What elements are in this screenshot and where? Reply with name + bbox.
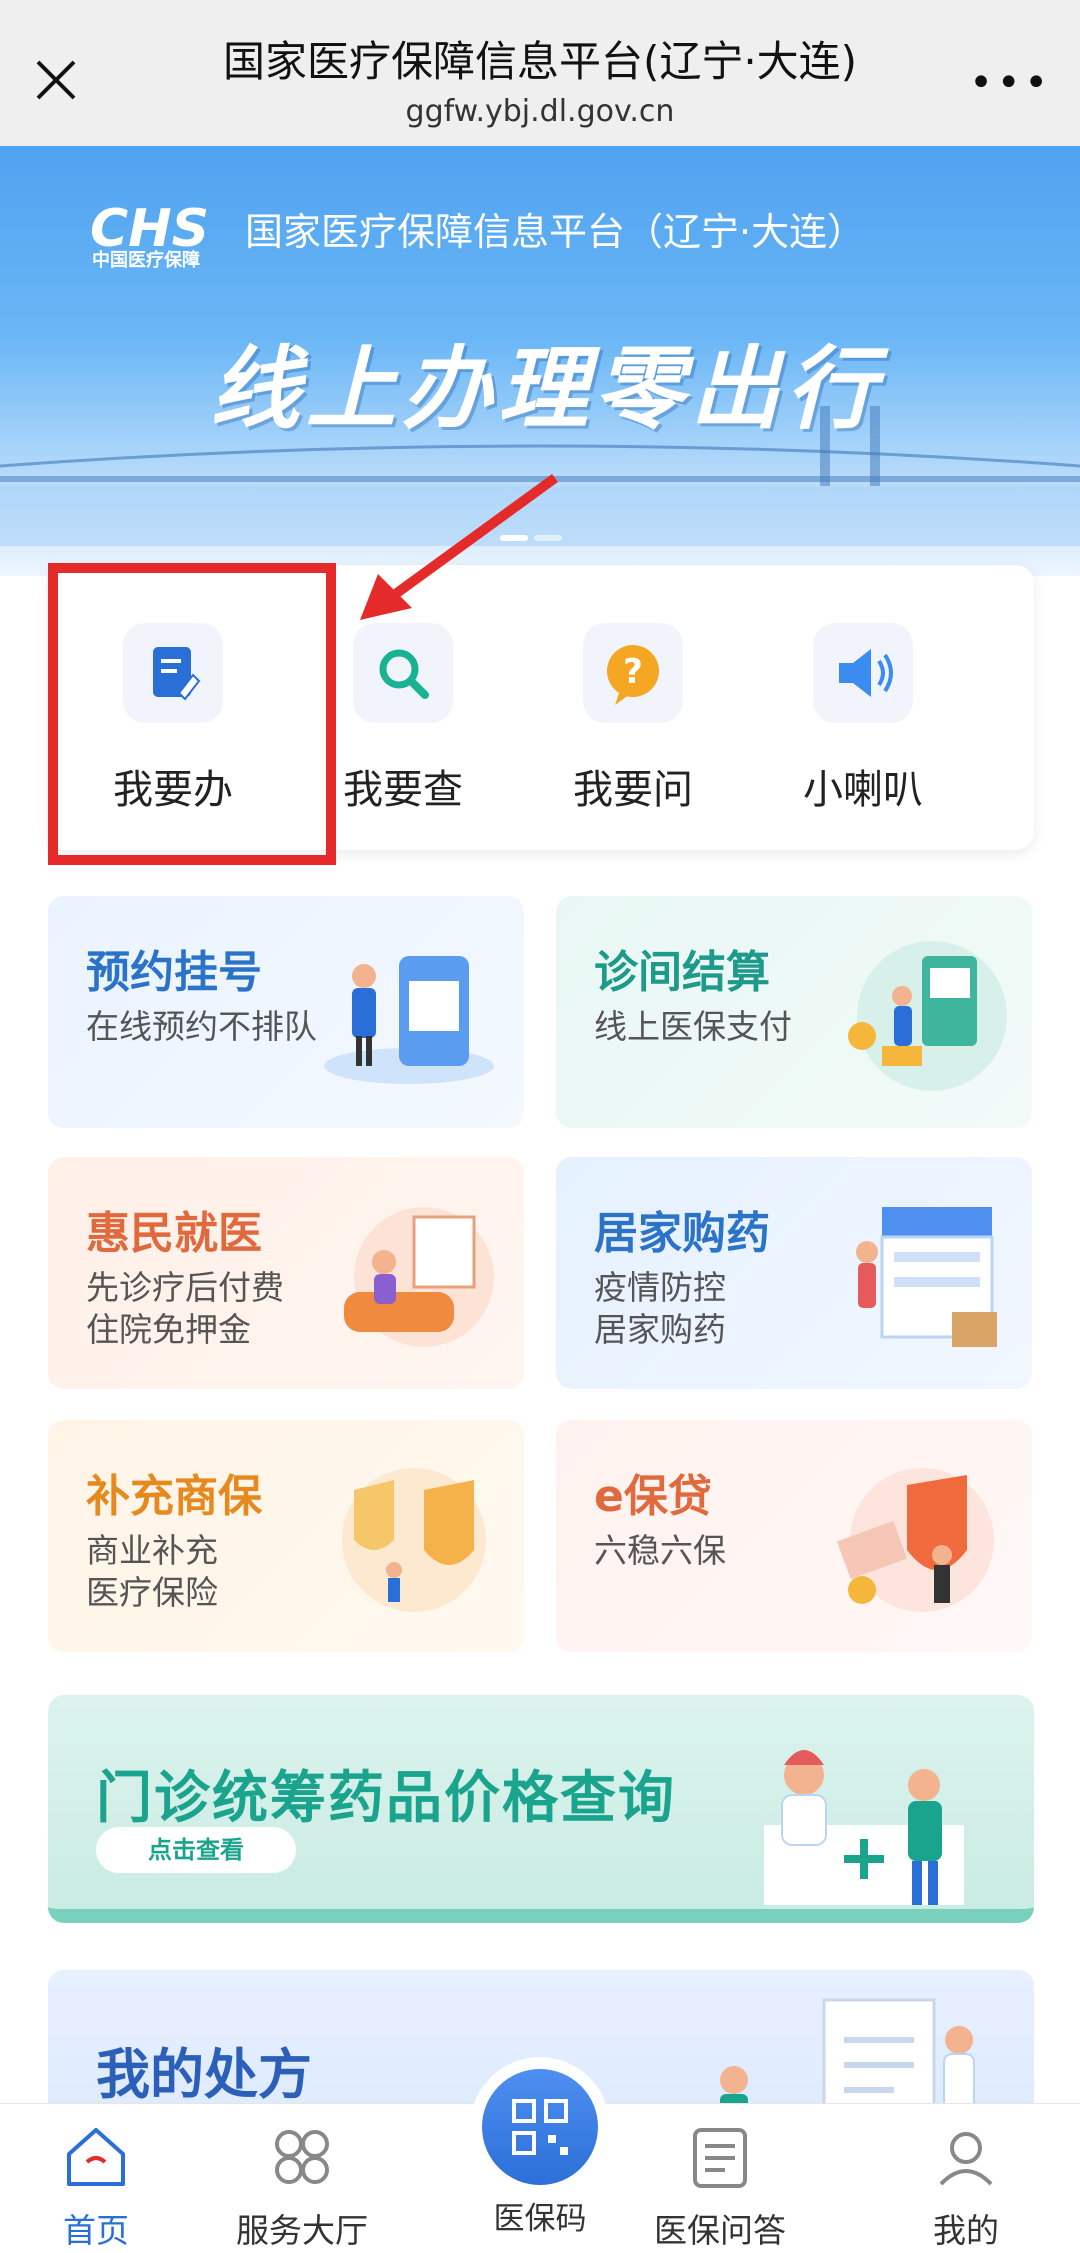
tile-commercial-insurance[interactable]: 补充商保 商业补充 医疗保险 (48, 1420, 524, 1652)
qr-phone-illustration (324, 956, 494, 1084)
home-icon (61, 2122, 131, 2192)
tile-e-loan[interactable]: e保贷 六稳六保 (556, 1420, 1032, 1652)
prescription-title: 我的处方 (96, 2043, 312, 2106)
more-options-icon[interactable]: ••• (969, 63, 1052, 103)
close-icon[interactable] (26, 50, 86, 110)
drug-price-query-banner[interactable]: 门诊统筹药品价格查询 点击查看 (48, 1695, 1034, 1923)
tile-title: 诊间结算 (594, 947, 770, 998)
nav-label: 首页 (63, 2211, 129, 2250)
nav-service-hall[interactable]: 服务大厅 (212, 2122, 392, 2252)
chs-logo-subtitle: 中国医疗保障 (92, 250, 200, 271)
tile-subtitle: 商业补充 医疗保险 (86, 1531, 218, 1612)
tile-home-medicine[interactable]: 居家购药 疫情防控 居家购药 (556, 1157, 1032, 1389)
clover-grid-icon (267, 2122, 337, 2192)
tile-benefit-care[interactable]: 惠民就医 先诊疗后付费 住院免押金 (48, 1157, 524, 1389)
search-icon (353, 623, 453, 723)
quick-action-label: 我要问 (573, 767, 693, 813)
quick-action-label: 小喇叭 (803, 767, 923, 813)
nav-label: 医保问答 (654, 2211, 786, 2250)
insurance-shield-illustration (342, 1468, 486, 1612)
svg-text:?: ? (623, 652, 643, 692)
scroll-icon (685, 2122, 755, 2192)
question-icon: ? (583, 623, 683, 723)
browser-header: 国家医疗保障信息平台(辽宁·大连) ggfw.ybj.dl.gov.cn ••• (0, 0, 1080, 146)
promo-title: 门诊统筹药品价格查询 (96, 1766, 676, 1831)
medical-qr-button[interactable] (470, 2057, 610, 2197)
page-url: ggfw.ybj.dl.gov.cn (405, 94, 675, 129)
tile-title: 预约挂号 (86, 947, 262, 998)
nav-label: 我的 (933, 2211, 999, 2250)
speaker-icon (813, 623, 913, 723)
pharmacy-shop-illustration (856, 1207, 997, 1347)
payment-terminal-illustration (848, 941, 1007, 1091)
tile-subtitle: 六稳六保 (594, 1531, 726, 1570)
user-icon (931, 2122, 1001, 2192)
tile-subtitle: 先诊疗后付费 住院免押金 (86, 1268, 284, 1349)
banner-org-name: 国家医疗保障信息平台（辽宁·大连） (245, 210, 866, 254)
view-button[interactable]: 点击查看 (96, 1827, 296, 1873)
nav-mine[interactable]: 我的 (876, 2122, 1056, 2252)
patient-sofa-illustration (344, 1207, 494, 1347)
annotation-arrow (360, 473, 558, 620)
nav-label: 服务大厅 (236, 2211, 368, 2250)
highlight-box (48, 563, 336, 865)
tile-clinic-settlement[interactable]: 诊间结算 线上医保支付 (556, 896, 1032, 1128)
tile-appointment[interactable]: 预约挂号 在线预约不排队 (48, 896, 524, 1128)
tile-title: 补充商保 (86, 1471, 262, 1522)
page-title: 国家医疗保障信息平台(辽宁·大连) (222, 37, 858, 86)
qr-code-icon (482, 2069, 598, 2185)
tile-subtitle: 疫情防控 居家购药 (594, 1268, 726, 1349)
tile-subtitle: 在线预约不排队 (86, 1007, 317, 1046)
shield-money-illustration (836, 1468, 994, 1612)
nav-label-qr: 医保码 (493, 2201, 587, 2237)
quick-action-announcements[interactable]: 小喇叭 (763, 623, 963, 815)
nav-medical-qa[interactable]: 医保问答 (630, 2122, 810, 2252)
quick-action-ask[interactable]: ? 我要问 (533, 623, 733, 815)
tile-title: e保贷 (594, 1471, 712, 1522)
pharmacist-illustration (764, 1750, 964, 1905)
tile-title: 惠民就医 (86, 1208, 262, 1259)
tile-subtitle: 线上医保支付 (594, 1007, 792, 1046)
nav-home[interactable]: 首页 (6, 2122, 186, 2252)
tile-title: 居家购药 (594, 1208, 770, 1259)
